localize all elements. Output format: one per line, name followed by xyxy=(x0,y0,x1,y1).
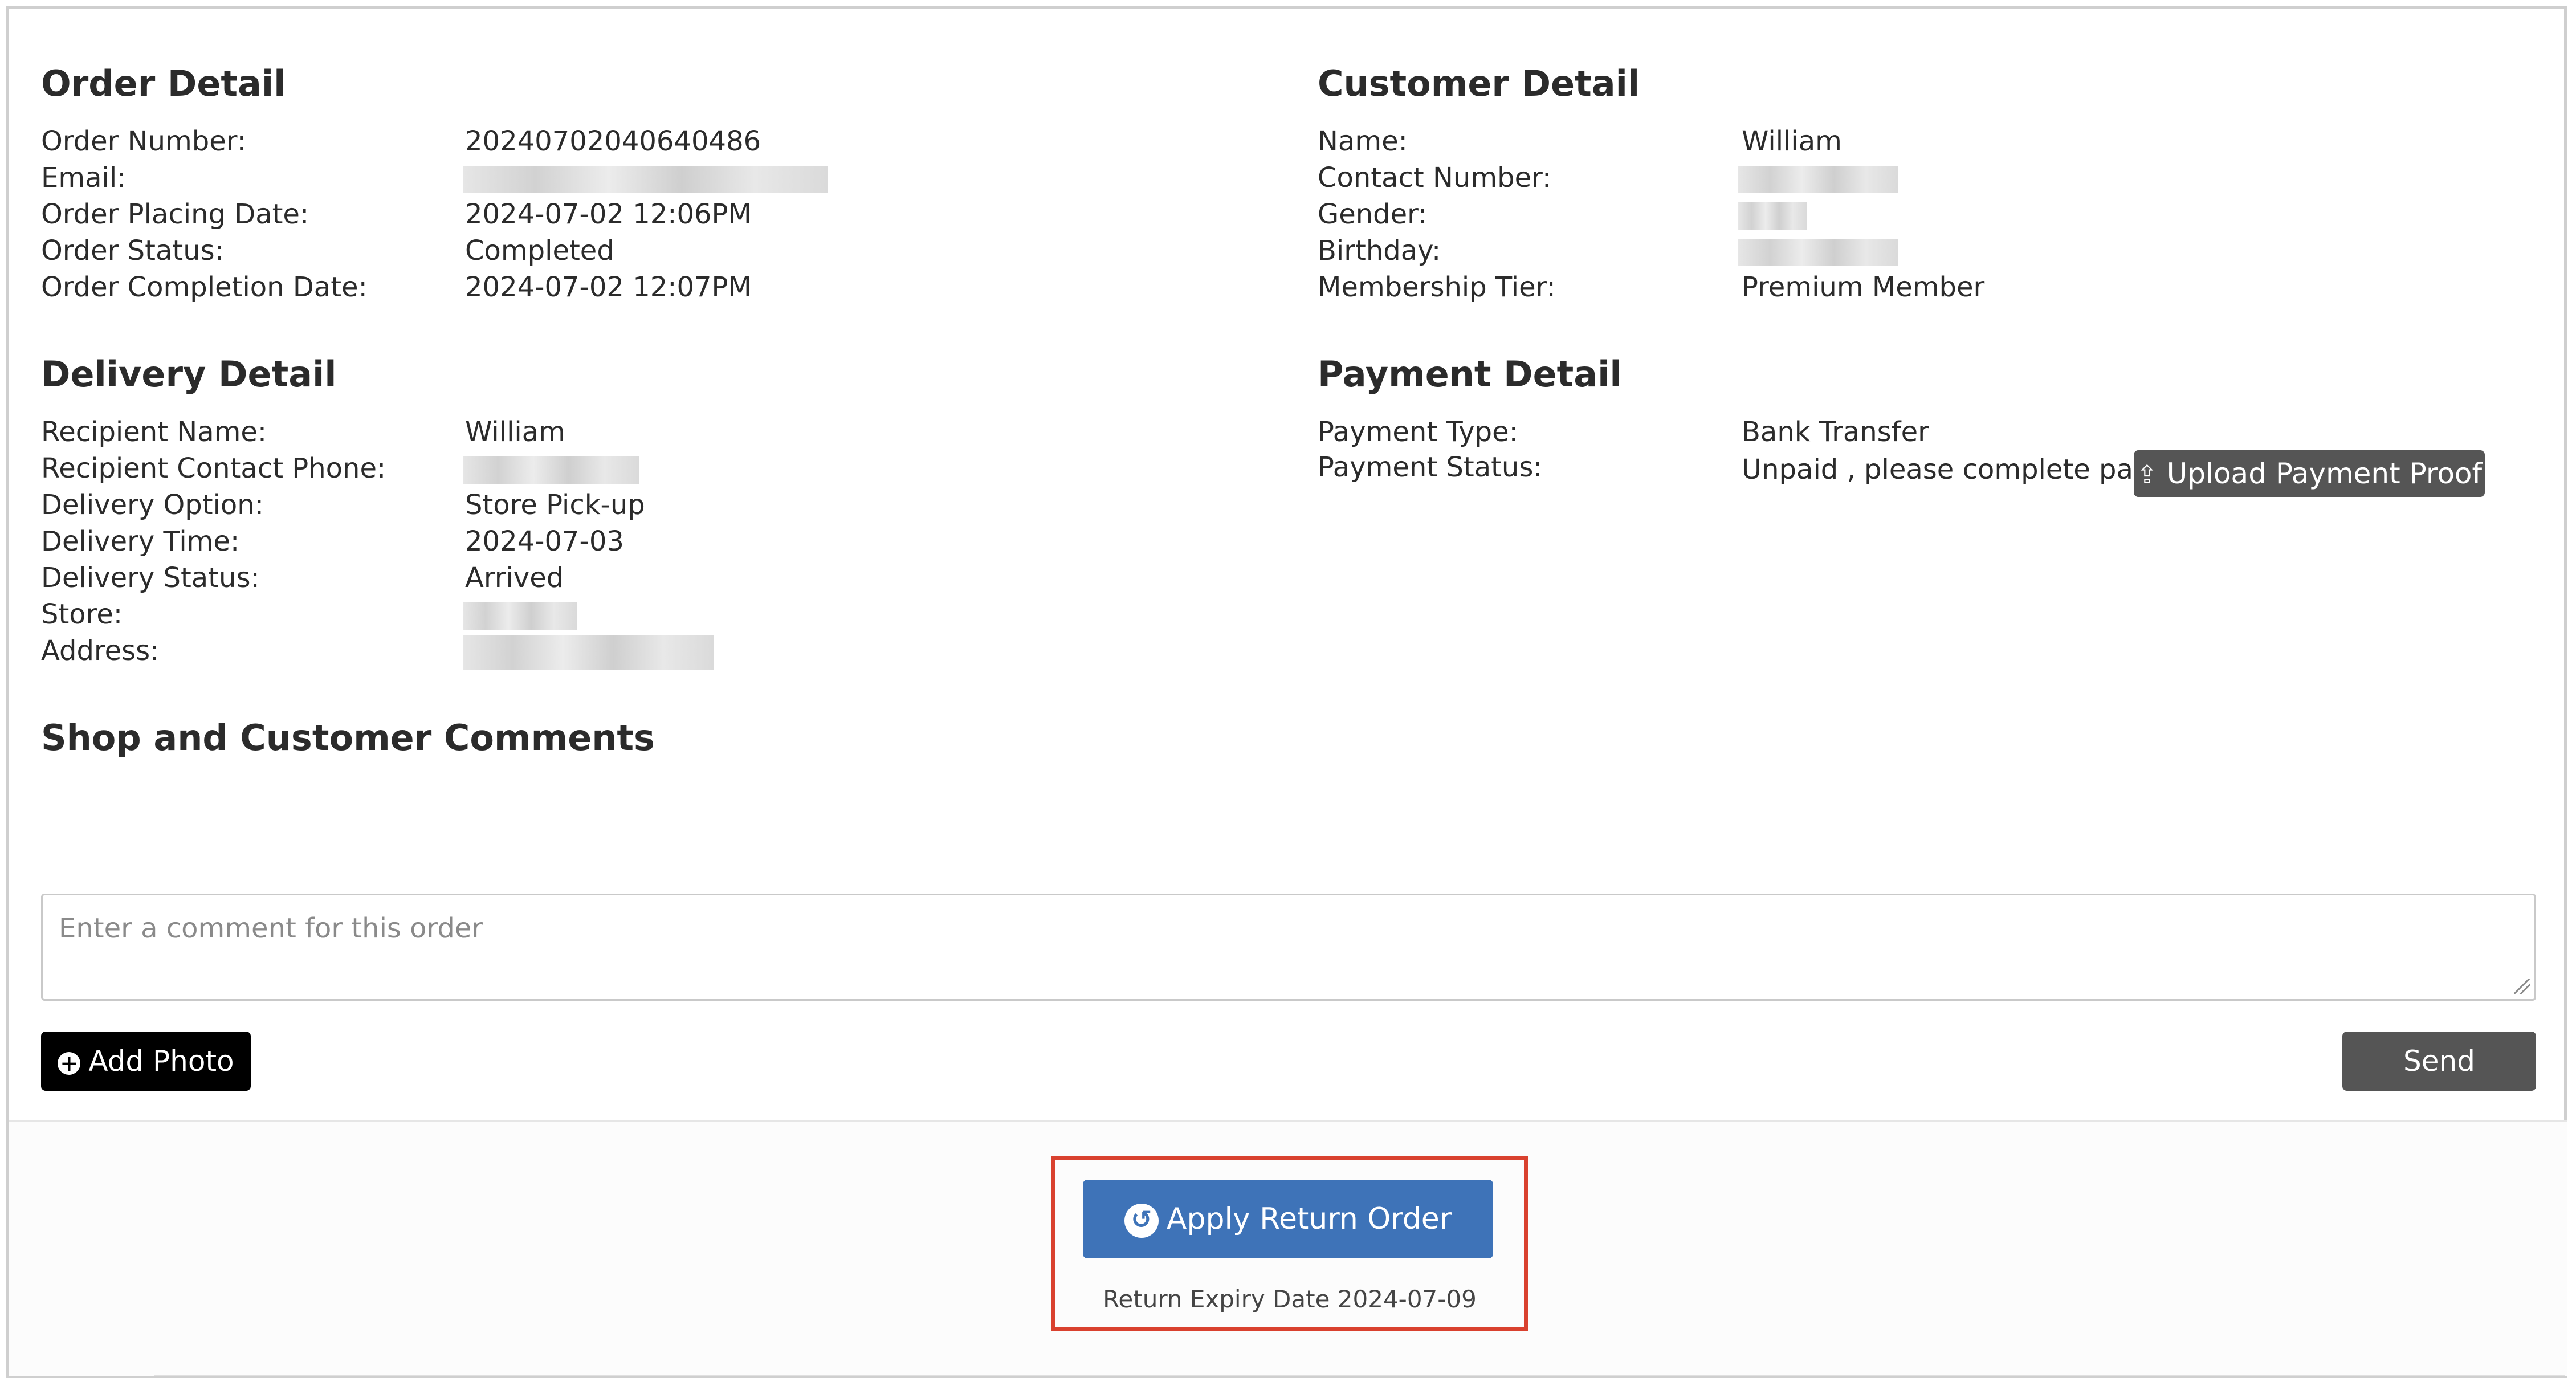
order-status-value: Completed xyxy=(465,235,614,267)
payment-type-value: Bank Transfer xyxy=(1742,416,1929,448)
delivery-detail-title: Delivery Detail xyxy=(41,353,337,395)
payment-type-label: Payment Type: xyxy=(1318,416,1518,448)
comment-input[interactable]: Enter a comment for this order xyxy=(41,894,2536,1001)
plus-circle-icon: + xyxy=(58,1051,81,1075)
comments-title: Shop and Customer Comments xyxy=(41,717,655,759)
delivery-option-label: Delivery Option: xyxy=(41,489,264,521)
membership-tier-label: Membership Tier: xyxy=(1318,271,1556,303)
send-button[interactable]: Send xyxy=(2342,1032,2536,1091)
recipient-name-value: William xyxy=(465,416,565,448)
order-number-label: Order Number: xyxy=(41,125,246,157)
gender-value-redacted xyxy=(1738,196,1807,233)
store-label: Store: xyxy=(41,598,123,630)
payment-status-value: Unpaid , please complete paid xyxy=(1742,454,2158,486)
contact-number-value-redacted xyxy=(1738,160,1898,196)
customer-detail-title: Customer Detail xyxy=(1318,63,1640,104)
order-detail-title: Order Detail xyxy=(41,63,286,104)
order-number-value: 20240702040640486 xyxy=(465,125,761,157)
address-label: Address: xyxy=(41,635,160,667)
payment-detail-title: Payment Detail xyxy=(1318,353,1622,395)
email-label: Email: xyxy=(41,162,127,194)
comment-placeholder: Enter a comment for this order xyxy=(59,912,483,944)
recipient-phone-label: Recipient Contact Phone: xyxy=(41,453,386,484)
recipient-name-label: Recipient Name: xyxy=(41,416,267,448)
customer-name-label: Name: xyxy=(1318,125,1408,157)
delivery-time-label: Delivery Time: xyxy=(41,525,240,557)
order-placing-date-value: 2024-07-02 12:06PM xyxy=(465,198,752,230)
order-placing-date-label: Order Placing Date: xyxy=(41,198,309,230)
return-expiry-date: Return Expiry Date 2024-07-09 xyxy=(1103,1285,1477,1313)
apply-return-order-button[interactable]: ↺ Apply Return Order xyxy=(1083,1180,1493,1258)
delivery-time-value: 2024-07-03 xyxy=(465,525,624,557)
address-value-redacted xyxy=(463,633,714,670)
email-value-redacted xyxy=(463,160,828,196)
order-status-label: Order Status: xyxy=(41,235,224,267)
return-arrow-icon: ↺ xyxy=(1124,1204,1159,1238)
order-completion-date-value: 2024-07-02 12:07PM xyxy=(465,271,752,303)
upload-payment-proof-button[interactable]: ⇪ Upload Payment Proof xyxy=(2134,450,2485,497)
store-value-redacted xyxy=(463,596,577,633)
add-photo-label: Add Photo xyxy=(88,1045,234,1078)
resize-handle-icon[interactable] xyxy=(2514,979,2530,994)
payment-status-label: Payment Status: xyxy=(1318,451,1543,483)
add-photo-button[interactable]: + Add Photo xyxy=(41,1032,251,1091)
birthday-value-redacted xyxy=(1738,233,1898,269)
recipient-phone-value-redacted xyxy=(463,450,639,487)
delivery-option-value: Store Pick-up xyxy=(465,489,645,521)
upload-payment-proof-label: Upload Payment Proof xyxy=(2166,457,2483,490)
apply-return-order-label: Apply Return Order xyxy=(1166,1202,1452,1236)
delivery-status-value: Arrived xyxy=(465,562,564,594)
upload-icon: ⇪ xyxy=(2136,460,2158,490)
order-completion-date-label: Order Completion Date: xyxy=(41,271,368,303)
contact-number-label: Contact Number: xyxy=(1318,162,1552,194)
bottom-divider xyxy=(154,1375,2565,1376)
birthday-label: Birthday: xyxy=(1318,235,1441,267)
customer-name-value: William xyxy=(1742,125,1842,157)
delivery-status-label: Delivery Status: xyxy=(41,562,260,594)
membership-tier-value: Premium Member xyxy=(1742,271,1985,303)
gender-label: Gender: xyxy=(1318,198,1428,230)
